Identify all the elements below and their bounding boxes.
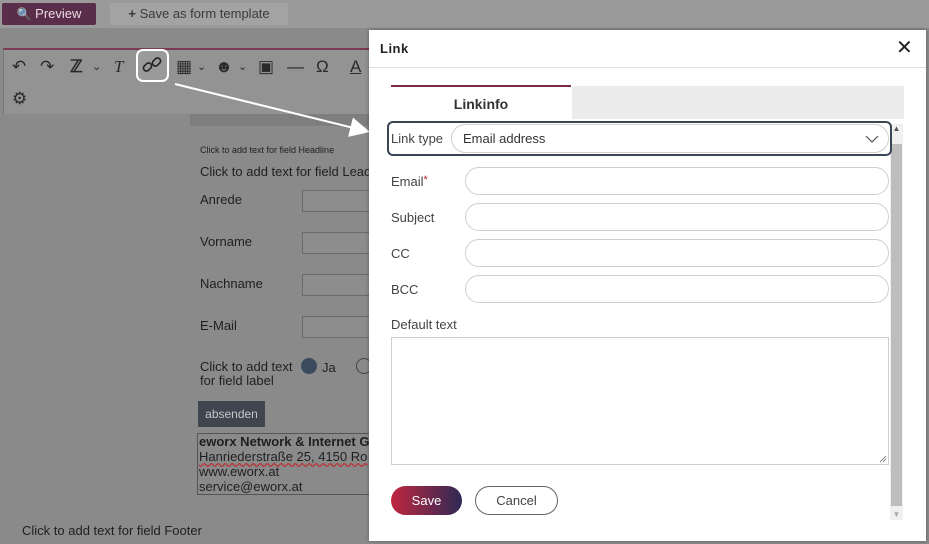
horizontal-line-icon[interactable]: —	[287, 56, 304, 78]
clear-format-icon[interactable]: T	[114, 56, 123, 78]
address-street: Hanriederstraße 25, 4150 Ro	[199, 449, 368, 464]
undo-icon[interactable]: ↶	[12, 56, 26, 78]
radio-ja[interactable]	[301, 358, 317, 374]
format-painter-icon[interactable]: ℤ	[70, 56, 83, 78]
dialog-title: Link	[380, 41, 409, 56]
link-type-label: Link type	[391, 131, 444, 146]
table-icon[interactable]: ▦	[176, 56, 192, 78]
subject-label: Subject	[391, 210, 435, 225]
email-label-text: Email	[391, 174, 424, 189]
address-email: service@eworx.at	[199, 479, 303, 494]
resize-handle-icon[interactable]	[879, 455, 887, 463]
preview-label: Preview	[35, 6, 82, 21]
bcc-label: BCC	[391, 282, 419, 297]
address-block[interactable]: eworx Network & Internet G Hanriederstra…	[197, 433, 373, 495]
form-header-strip	[190, 114, 373, 126]
image-icon[interactable]: ▣	[258, 56, 274, 78]
emoji-icon[interactable]: ☻	[215, 56, 233, 78]
email-field-bg[interactable]	[302, 316, 372, 338]
dialog-divider	[369, 67, 926, 68]
email-label: E-Mail	[200, 318, 237, 333]
radio-field-label[interactable]: Click to add text for field label	[200, 360, 296, 388]
scrollbar-thumb[interactable]	[891, 144, 902, 506]
scroll-down-icon[interactable]: ▼	[891, 510, 902, 520]
submit-button[interactable]: absenden	[198, 401, 265, 427]
link-icon	[142, 57, 162, 72]
required-mark: *	[423, 174, 428, 186]
close-icon[interactable]: ✕	[896, 38, 913, 58]
nachname-field[interactable]	[302, 274, 372, 296]
accessibility-icon[interactable]: ⚙	[12, 88, 27, 110]
vorname-label: Vorname	[200, 234, 253, 249]
footer-text[interactable]: Click to add text for field Footer	[22, 523, 202, 538]
anrede-field[interactable]	[302, 190, 372, 212]
link-dialog: Link ✕ Linkinfo ▲ ▼ Link type Email addr…	[369, 30, 926, 541]
cc-label: CC	[391, 246, 410, 261]
link-type-select[interactable]: Email address	[451, 124, 889, 153]
address-web: www.eworx.at	[199, 464, 280, 479]
email-input[interactable]	[465, 167, 889, 195]
cc-input[interactable]	[465, 239, 889, 267]
omega-icon[interactable]: Ω	[316, 56, 329, 78]
emoji-dropdown-chevron-icon[interactable]: ⌄	[238, 56, 247, 78]
default-text-area[interactable]	[391, 337, 889, 465]
table-dropdown-chevron-icon[interactable]: ⌄	[197, 56, 206, 78]
link-type-value: Email address	[463, 131, 546, 146]
email-label: Email*	[391, 174, 428, 189]
default-text-label: Default text	[391, 317, 457, 332]
preview-button[interactable]: 🔍 Preview	[2, 3, 96, 25]
tab-strip	[572, 86, 904, 119]
subject-input[interactable]	[465, 203, 889, 231]
save-button[interactable]: Save	[391, 486, 462, 515]
bcc-input[interactable]	[465, 275, 889, 303]
save-template-label: Save as form template	[139, 6, 270, 21]
search-icon: 🔍	[16, 7, 32, 21]
text-color-icon[interactable]: A	[350, 56, 361, 78]
tab-linkinfo[interactable]: Linkinfo	[391, 85, 571, 119]
headline-text[interactable]: Click to add text for field Headline	[200, 145, 334, 155]
radio-ja-label: Ja	[322, 360, 336, 375]
anrede-label: Anrede	[200, 192, 242, 207]
nachname-label: Nachname	[200, 276, 263, 291]
vorname-field[interactable]	[302, 232, 372, 254]
address-company: eworx Network & Internet G	[199, 434, 370, 449]
cancel-button[interactable]: Cancel	[475, 486, 558, 515]
editor-toolbar: ↶ ↷ ℤ ⌄ T ▦ ⌄ ☻ ⌄ ▣ — Ω A ⚙	[3, 48, 374, 116]
chevron-down-icon	[865, 135, 879, 143]
redo-icon[interactable]: ↷	[40, 56, 54, 78]
lead-text[interactable]: Click to add text for field Lead	[200, 164, 371, 179]
scroll-up-icon[interactable]: ▲	[891, 124, 902, 134]
link-button-highlight[interactable]	[136, 49, 169, 82]
save-as-template-button[interactable]: + Save as form template	[110, 3, 288, 25]
plus-icon: +	[128, 6, 136, 21]
chevron-down-icon[interactable]: ⌄	[92, 56, 101, 78]
